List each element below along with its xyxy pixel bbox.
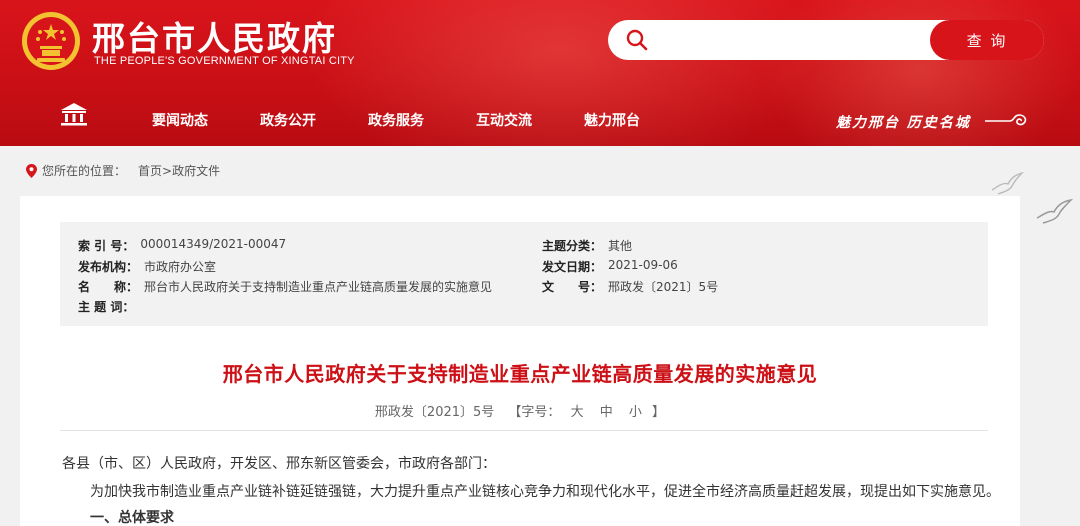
national-emblem-icon[interactable] <box>20 10 82 72</box>
meta-category-label: 主题分类： <box>542 239 603 253</box>
meta-date: 发文日期： 2021-09-06 <box>542 258 678 275</box>
font-size-small-button[interactable]: 小 <box>629 405 642 420</box>
meta-keywords-label: 主 题 词： <box>78 300 135 314</box>
meta-index: 索 引 号： 000014349/2021-00047 <box>78 237 286 254</box>
site-header: 邢台市人民政府 THE PEOPLE'S GOVERNMENT OF XINGT… <box>0 0 1080 146</box>
font-size-medium-button[interactable]: 中 <box>600 405 613 420</box>
location-pin-icon <box>26 163 37 178</box>
nav-item-government-affairs[interactable]: 政务公开 <box>234 110 342 130</box>
breadcrumb-current-link[interactable]: 政府文件 <box>172 162 220 179</box>
meta-name: 名 称： 邢台市人民政府关于支持制造业重点产业链高质量发展的实施意见 <box>78 278 492 295</box>
breadcrumb-separator: > <box>162 163 173 178</box>
document-intro-paragraph: 为加快我市制造业重点产业链补链延链强链，大力提升重点产业链核心竞争力和现代化水平… <box>90 484 1000 500</box>
font-size-suffix: 】 <box>652 405 666 420</box>
meta-index-value: 000014349/2021-00047 <box>140 237 287 251</box>
main-nav: 要闻动态 政务公开 政务服务 互动交流 魅力邢台 <box>126 110 666 130</box>
meta-org-value: 市政府办公室 <box>144 260 217 274</box>
search-button[interactable]: 查 询 <box>930 20 1044 60</box>
meta-name-label: 名 称： <box>78 280 139 294</box>
meta-date-label: 发文日期： <box>542 260 603 274</box>
search-icon <box>626 29 648 51</box>
content-divider <box>60 430 988 431</box>
home-icon[interactable] <box>60 102 88 126</box>
meta-name-value: 邢台市人民政府关于支持制造业重点产业链高质量发展的实施意见 <box>144 280 493 294</box>
slogan: 魅力邢台 历史名城 <box>836 115 971 131</box>
meta-org: 发布机构： 市政府办公室 <box>78 258 216 275</box>
meta-date-value: 2021-09-06 <box>608 258 678 272</box>
document-meta-panel: 索 引 号： 000014349/2021-00047 发布机构： 市政府办公室… <box>60 222 988 326</box>
site-subtitle: THE PEOPLE'S GOVERNMENT OF XINGTAI CITY <box>94 55 355 67</box>
crane-decoration-icon <box>991 172 1024 195</box>
breadcrumb-prefix: 您所在的位置： <box>42 164 127 178</box>
breadcrumb: 您所在的位置： 首页 > 政府文件 <box>26 162 220 179</box>
nav-item-news[interactable]: 要闻动态 <box>126 110 234 130</box>
document-subline: 邢政发〔2021〕5号 【字号： 大 中 小 】 <box>0 401 1040 420</box>
nav-item-services[interactable]: 政务服务 <box>342 110 450 130</box>
search-bar: 查 询 <box>608 20 1044 60</box>
nav-item-charm-xingtai[interactable]: 魅力邢台 <box>558 110 666 130</box>
meta-org-label: 发布机构： <box>78 260 139 274</box>
meta-category-value: 其他 <box>608 239 633 253</box>
document-number: 邢政发〔2021〕5号 <box>374 405 495 420</box>
search-input[interactable] <box>658 26 918 54</box>
meta-docno-label: 文 号： <box>542 280 603 294</box>
breadcrumb-home-link[interactable]: 首页 <box>138 162 162 179</box>
nav-item-interaction[interactable]: 互动交流 <box>450 110 558 130</box>
swirl-ornament-icon <box>985 114 1027 126</box>
meta-category: 主题分类： 其他 <box>542 237 632 254</box>
meta-docno-value: 邢政发〔2021〕5号 <box>608 280 719 294</box>
document-salutation: 各县（市、区）人民政府，开发区、邢东新区管委会，市政府各部门： <box>62 456 496 472</box>
meta-docno: 文 号： 邢政发〔2021〕5号 <box>542 278 718 295</box>
crane-decoration-icon <box>1036 198 1074 224</box>
document-section-heading: 一、总体要求 <box>90 510 174 526</box>
meta-keywords: 主 题 词： <box>78 298 140 315</box>
meta-index-label: 索 引 号： <box>78 239 135 253</box>
font-size-large-button[interactable]: 大 <box>571 405 584 420</box>
site-title[interactable]: 邢台市人民政府 <box>92 12 337 60</box>
font-size-prefix: 【字号： <box>508 405 561 420</box>
document-title: 邢台市人民政府关于支持制造业重点产业链高质量发展的实施意见 <box>222 362 818 386</box>
